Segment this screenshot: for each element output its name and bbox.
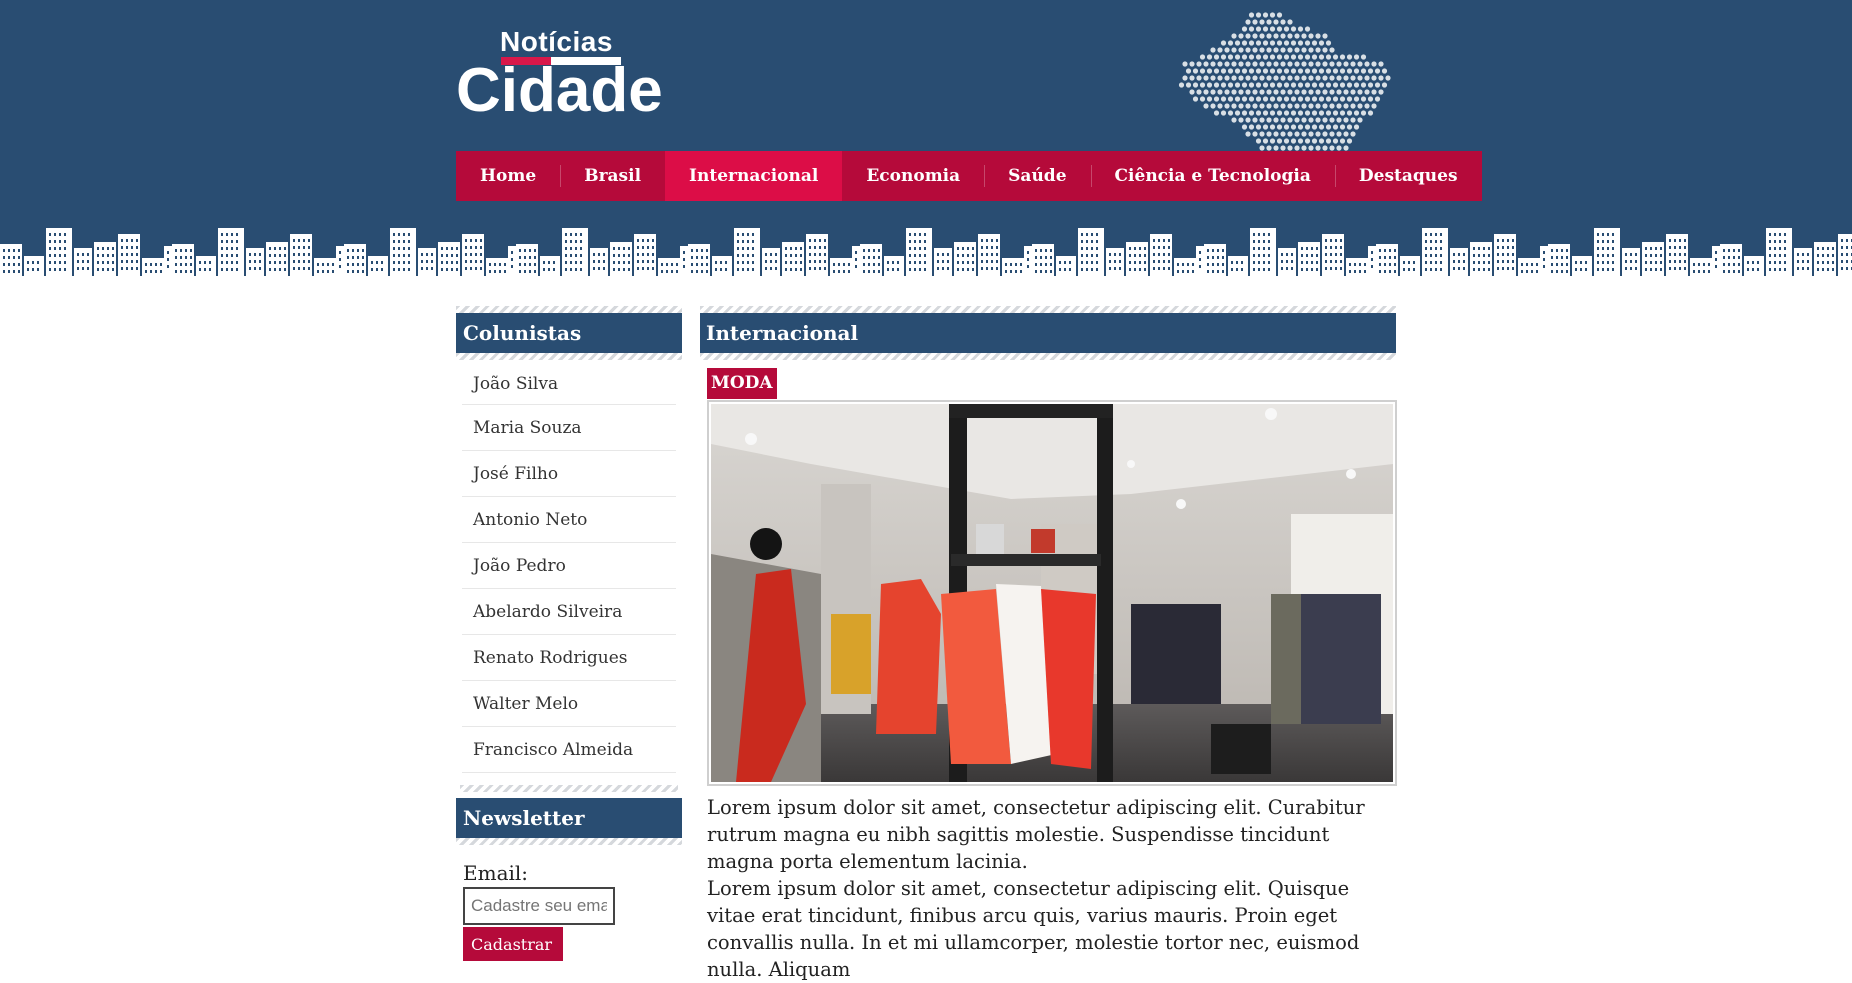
divider	[456, 353, 682, 360]
main-nav: Home Brasil Internacional Economia Saúde Ciên…	[456, 151, 1482, 201]
divider	[456, 838, 682, 845]
city-skyline-graphic	[0, 228, 1852, 288]
article-paragraph: Lorem ipsum dolor sit amet, consectetur …	[707, 877, 1360, 981]
article-body: Lorem ipsum dolor sit amet, consectetur …	[707, 794, 1397, 983]
email-label: Email:	[463, 861, 529, 885]
main-content: Internacional MODA Lorem ipsum dolor sit…	[700, 306, 1397, 983]
clothing-store-photo	[711, 404, 1393, 782]
columnists-list: João Silva Maria Souza José Filho Antonio N…	[456, 360, 676, 773]
columnist-link[interactable]: Renato Rodrigues	[462, 635, 676, 681]
nav-item-internacional[interactable]: Internacional	[665, 151, 843, 201]
columnist-link[interactable]: José Filho	[462, 451, 676, 497]
nav-item-home[interactable]: Home	[456, 151, 560, 201]
divider	[460, 785, 678, 792]
article-image-frame[interactable]	[707, 400, 1397, 786]
logo-big-text: Cidade	[456, 56, 663, 125]
columnist-link[interactable]: João Pedro	[462, 543, 676, 589]
divider	[700, 306, 1396, 313]
category-badge[interactable]: MODA	[707, 368, 777, 399]
nav-item-brasil[interactable]: Brasil	[560, 151, 665, 201]
site-header: Notícias Cidade Home Brasil Internacional E…	[0, 0, 1852, 288]
logo-small-text: Notícias	[500, 26, 613, 57]
columnist-link[interactable]: Francisco Almeida	[462, 727, 676, 773]
divider	[456, 306, 682, 313]
nav-item-economia[interactable]: Economia	[842, 151, 984, 201]
columnist-link[interactable]: Walter Melo	[462, 681, 676, 727]
columnist-link[interactable]: Antonio Neto	[462, 497, 676, 543]
article-paragraph: Lorem ipsum dolor sit amet, consectetur …	[707, 796, 1365, 873]
columnists-title: Colunistas	[456, 313, 682, 353]
email-field[interactable]	[463, 887, 615, 925]
columnist-link[interactable]: Maria Souza	[462, 405, 676, 451]
columnist-link[interactable]: João Silva	[462, 374, 676, 405]
divider	[700, 353, 1396, 360]
nav-item-ci-ncia-e-tecnologia[interactable]: Ciência e Tecnologia	[1090, 151, 1335, 201]
subscribe-button[interactable]: Cadastrar	[463, 927, 563, 961]
nav-item-sa-de[interactable]: Saúde	[984, 151, 1090, 201]
site-logo[interactable]: Notícias Cidade	[456, 24, 663, 124]
nav-item-destaques[interactable]: Destaques	[1334, 151, 1482, 201]
sidebar: Colunistas João Silva Maria Souza José Fil…	[456, 306, 682, 961]
section-title: Internacional	[700, 313, 1396, 353]
newsletter-title: Newsletter	[456, 798, 682, 838]
columnist-link[interactable]: Abelardo Silveira	[462, 589, 676, 635]
